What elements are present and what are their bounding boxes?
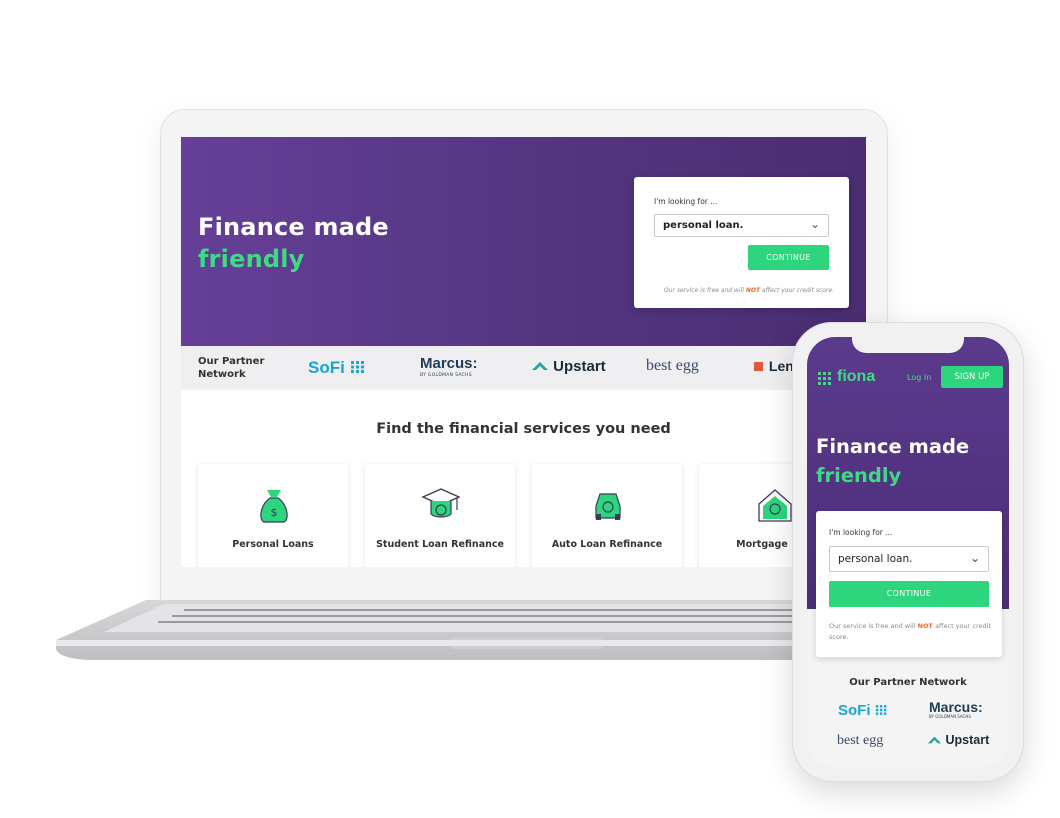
phone-loan-type-value: personal loan. <box>838 553 913 565</box>
login-link[interactable]: Log In <box>907 373 931 382</box>
fiona-logo[interactable]: fiona <box>837 368 875 386</box>
phone-disclaimer-text: Our service is free and will NOT affect … <box>829 621 991 643</box>
phone-disclaimer-prefix: Our service is free and will <box>829 622 916 630</box>
disclaimer-emphasis: NOT <box>745 287 761 294</box>
phone-partner-title: Our Partner Network <box>849 677 967 688</box>
lending-mark-icon <box>754 362 763 371</box>
phone-upstart-logo: Upstart <box>927 733 989 747</box>
upstart-chevron-icon <box>532 362 548 370</box>
partner-network-label: Our Partner Network <box>198 356 265 380</box>
disclaimer-prefix: Our service is free and will <box>663 287 744 294</box>
phone-marcus-sub-logo: BY GOLDMAN SACHS <box>929 714 971 719</box>
loan-type-value: personal loan. <box>663 220 744 231</box>
money-bag-icon: $ <box>260 490 288 523</box>
phone-sofi-logo: SoFi <box>838 702 888 719</box>
disclaimer-text: Our service is free and will NOT affect … <box>654 287 834 294</box>
hero-section: Finance made friendly I'm looking for ..… <box>181 137 866 346</box>
services-title: Find the financial services you need <box>376 421 671 437</box>
hero-title-line2: friendly <box>198 245 305 273</box>
upstart-chevron-icon <box>927 736 942 744</box>
upstart-logo: Upstart <box>531 358 606 375</box>
loan-type-select[interactable]: personal loan. ⌄ <box>654 214 829 237</box>
phone-screen: fiona Log In SIGN UP Finance made friend… <box>807 337 1009 767</box>
sofi-dots-icon <box>875 705 887 715</box>
service-label: Personal Loans <box>232 539 314 550</box>
partner-bar: Our Partner Network SoFi Marcus: BY GOLD… <box>181 346 866 390</box>
signup-button[interactable]: SIGN UP <box>941 366 1003 388</box>
service-card-personal-loans[interactable]: $ Personal Loans <box>198 464 348 567</box>
phone-loan-type-select[interactable]: personal loan. ⌄ <box>829 546 989 572</box>
marcus-logo: Marcus: <box>420 355 478 372</box>
hero-title-line1: Finance made <box>198 213 389 241</box>
phone-bestegg-logo: best egg <box>837 733 884 748</box>
loan-search-card: I'm looking for ... personal loan. ⌄ CON… <box>634 177 849 308</box>
laptop-screen: Finance made friendly I'm looking for ..… <box>181 137 866 567</box>
chevron-down-icon: ⌄ <box>809 217 820 231</box>
phone-title-line1: Finance made <box>816 435 970 458</box>
grid-menu-icon[interactable] <box>818 372 832 386</box>
svg-text:$: $ <box>271 506 278 519</box>
marcus-sub-logo: BY GOLDMAN SACHS <box>420 373 472 378</box>
sofi-logo: SoFi <box>308 358 366 378</box>
phone-continue-button[interactable]: CONTINUE <box>829 581 989 607</box>
phone-loan-search-card: I'm looking for ... personal loan. ⌄ CON… <box>816 511 1002 657</box>
service-label: Auto Loan Refinance <box>551 539 663 550</box>
bestegg-logo: best egg <box>646 357 699 374</box>
phone-marcus-logo: Marcus: <box>929 699 983 715</box>
phone-title-line2: friendly <box>816 464 902 487</box>
hero-title: Finance made friendly <box>198 211 389 275</box>
looking-for-label: I'm looking for ... <box>654 197 718 206</box>
chevron-down-icon: ⌄ <box>969 551 980 565</box>
continue-button[interactable]: CONTINUE <box>748 245 829 270</box>
service-card-auto-loan-refinance[interactable]: Auto Loan Refinance <box>532 464 682 567</box>
service-label: Student Loan Refinance <box>376 539 504 550</box>
phone-sofi-logo-text: SoFi <box>838 702 871 719</box>
phone-looking-for-label: I'm looking for ... <box>829 528 893 537</box>
graduation-cap-icon <box>421 488 461 518</box>
service-card-student-loan-refinance[interactable]: Student Loan Refinance <box>365 464 515 567</box>
phone-hero-title: Finance made friendly <box>816 432 969 490</box>
sofi-logo-text: SoFi <box>308 358 345 377</box>
house-icon <box>758 489 792 522</box>
phone-upstart-logo-text: Upstart <box>945 733 990 747</box>
sofi-dots-icon <box>350 361 364 373</box>
car-icon <box>595 493 621 520</box>
upstart-logo-text: Upstart <box>553 358 606 375</box>
disclaimer-suffix: affect your credit score. <box>761 287 834 294</box>
phone-disclaimer-emphasis: NOT <box>917 622 933 630</box>
phone-notch <box>852 337 964 353</box>
